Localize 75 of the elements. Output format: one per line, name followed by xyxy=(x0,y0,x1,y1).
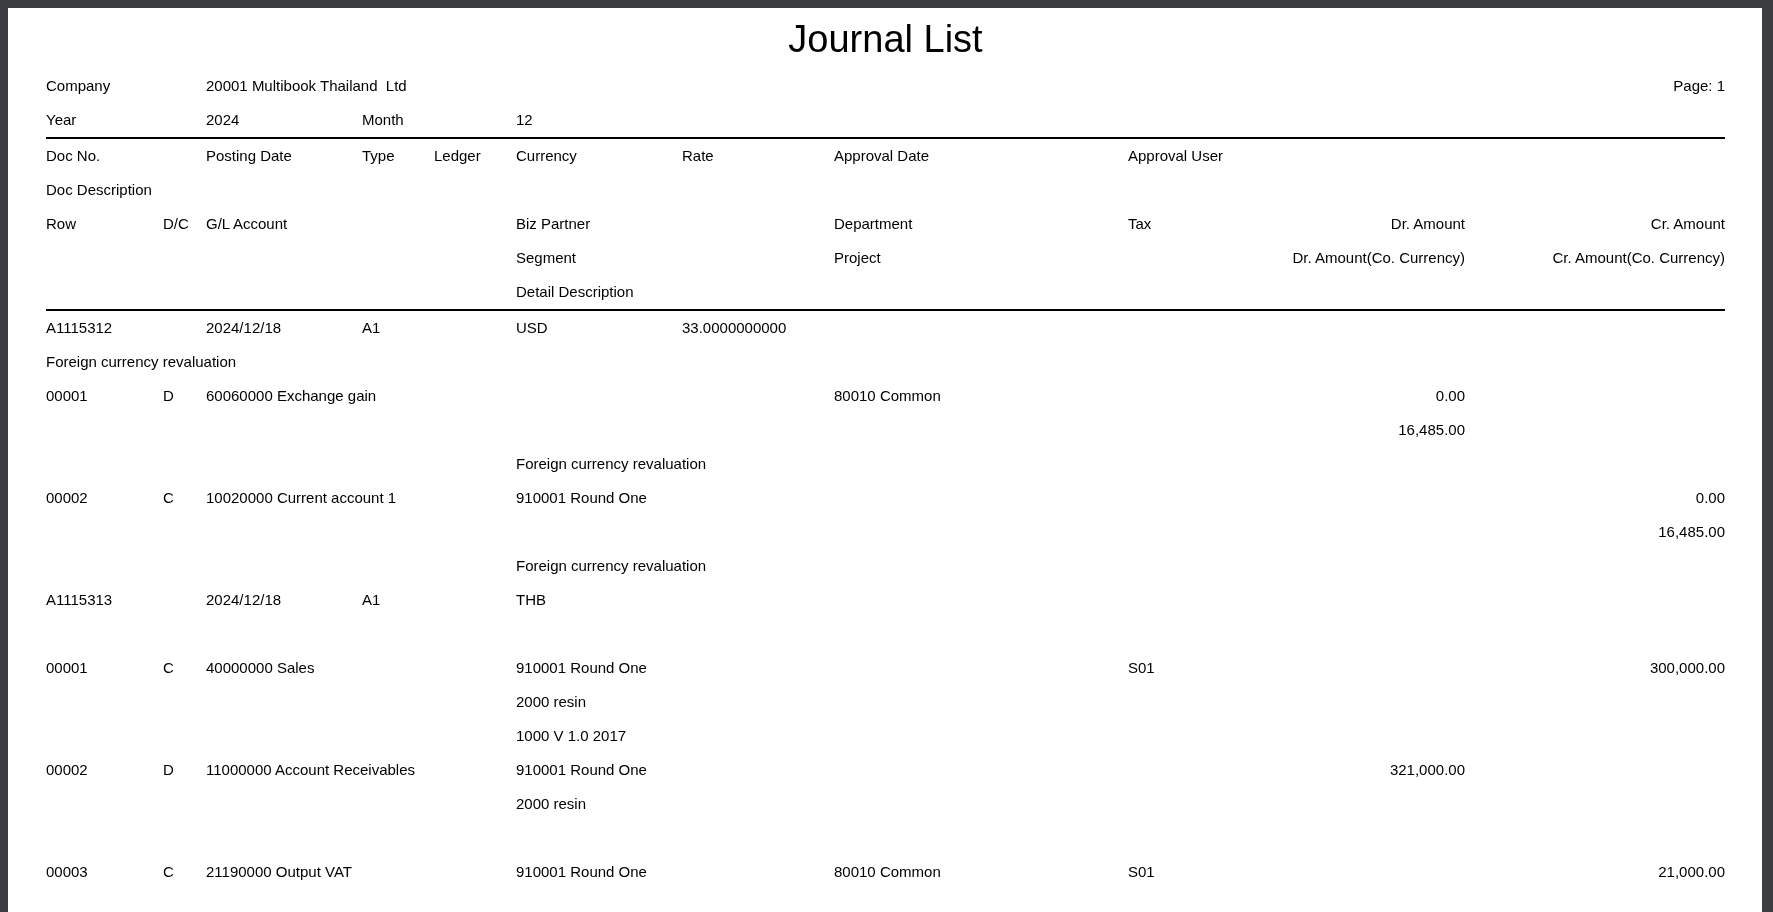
table-cell: 2000 resin xyxy=(516,794,587,814)
field-value: 20001 Multibook Thailand Ltd xyxy=(206,76,407,96)
table-cell: Foreign currency revaluation xyxy=(516,556,707,576)
column-heading: Doc No. xyxy=(46,146,101,166)
table-cell: THB xyxy=(516,590,546,610)
column-heading: Posting Date xyxy=(206,146,292,166)
table-cell: USD xyxy=(516,318,548,338)
column-heading: Cr. Amount xyxy=(1650,214,1725,234)
table-cell: Foreign currency revaluation xyxy=(46,352,237,372)
table-cell: D xyxy=(163,386,174,406)
column-heading: Dr. Amount(Co. Currency) xyxy=(1292,248,1465,268)
table-cell: Foreign currency revaluation xyxy=(516,454,707,474)
table-cell: 40000000 Sales xyxy=(206,658,315,678)
page-number: Page: 1 xyxy=(1673,76,1725,96)
table-cell: 1000 V 1.0 2017 xyxy=(516,726,627,746)
field-label: Year xyxy=(46,110,77,130)
table-cell: 910001 Round One xyxy=(516,488,647,508)
table-cell: 00003 xyxy=(46,862,88,882)
field-label: Month xyxy=(362,110,404,130)
table-cell: C xyxy=(163,862,174,882)
table-cell: A1115312 xyxy=(46,318,113,338)
column-heading: Department xyxy=(834,214,913,234)
table-cell: 21,000.00 xyxy=(1658,862,1725,882)
table-cell: 0.00 xyxy=(1435,386,1465,406)
table-cell: 11000000 Account Receivables xyxy=(206,760,416,780)
table-cell: 21190000 Output VAT xyxy=(206,862,352,882)
table-cell: 00001 xyxy=(46,386,88,406)
field-value: 12 xyxy=(516,110,533,130)
table-cell: 00002 xyxy=(46,488,88,508)
table-cell: 80010 Common xyxy=(834,386,941,406)
table-cell: D xyxy=(163,760,174,780)
table-cell: 2000 resin xyxy=(516,692,587,712)
column-heading: Row xyxy=(46,214,76,234)
column-heading: Currency xyxy=(516,146,577,166)
field-label: Company xyxy=(46,76,111,96)
column-heading: D/C xyxy=(163,214,189,234)
column-heading: Rate xyxy=(682,146,714,166)
table-cell: S01 xyxy=(1128,658,1155,678)
table-cell: A1 xyxy=(362,590,381,610)
column-heading: Approval User xyxy=(1128,146,1224,166)
column-heading: Detail Description xyxy=(516,282,634,302)
table-cell: A1 xyxy=(362,318,381,338)
column-heading: Tax xyxy=(1128,214,1152,234)
column-heading: Type xyxy=(362,146,395,166)
column-heading: Project xyxy=(834,248,881,268)
table-cell: 60060000 Exchange gain xyxy=(206,386,377,406)
table-cell: S01 xyxy=(1128,862,1155,882)
field-value: 2024 xyxy=(206,110,240,130)
report-title: Journal List xyxy=(788,16,983,61)
column-heading: Doc Description xyxy=(46,180,152,200)
column-heading: Ledger xyxy=(434,146,481,166)
table-cell: 2024/12/18 xyxy=(206,590,282,610)
table-cell: 910001 Round One xyxy=(516,658,647,678)
table-cell: C xyxy=(163,488,174,508)
table-cell: 321,000.00 xyxy=(1389,760,1465,780)
column-heading: Segment xyxy=(516,248,577,268)
table-cell: 80010 Common xyxy=(834,862,941,882)
table-cell: 00002 xyxy=(46,760,88,780)
table-cell: 33.0000000000 xyxy=(682,318,787,338)
table-cell: 16,485.00 xyxy=(1658,522,1725,542)
table-cell: 0.00 xyxy=(1695,488,1725,508)
column-heading: Dr. Amount xyxy=(1390,214,1465,234)
table-cell: 910001 Round One xyxy=(516,760,647,780)
column-heading: Approval Date xyxy=(834,146,930,166)
table-cell: 16,485.00 xyxy=(1398,420,1465,440)
column-heading: Cr. Amount(Co. Currency) xyxy=(1552,248,1725,268)
table-cell: 10020000 Current account 1 xyxy=(206,488,397,508)
column-heading: G/L Account xyxy=(206,214,288,234)
table-cell: 00001 xyxy=(46,658,88,678)
table-cell: A1115313 xyxy=(46,590,113,610)
table-cell: 300,000.00 xyxy=(1649,658,1725,678)
table-cell: 2024/12/18 xyxy=(206,318,282,338)
table-cell: 910001 Round One xyxy=(516,862,647,882)
column-heading: Biz Partner xyxy=(516,214,591,234)
table-cell: C xyxy=(163,658,174,678)
